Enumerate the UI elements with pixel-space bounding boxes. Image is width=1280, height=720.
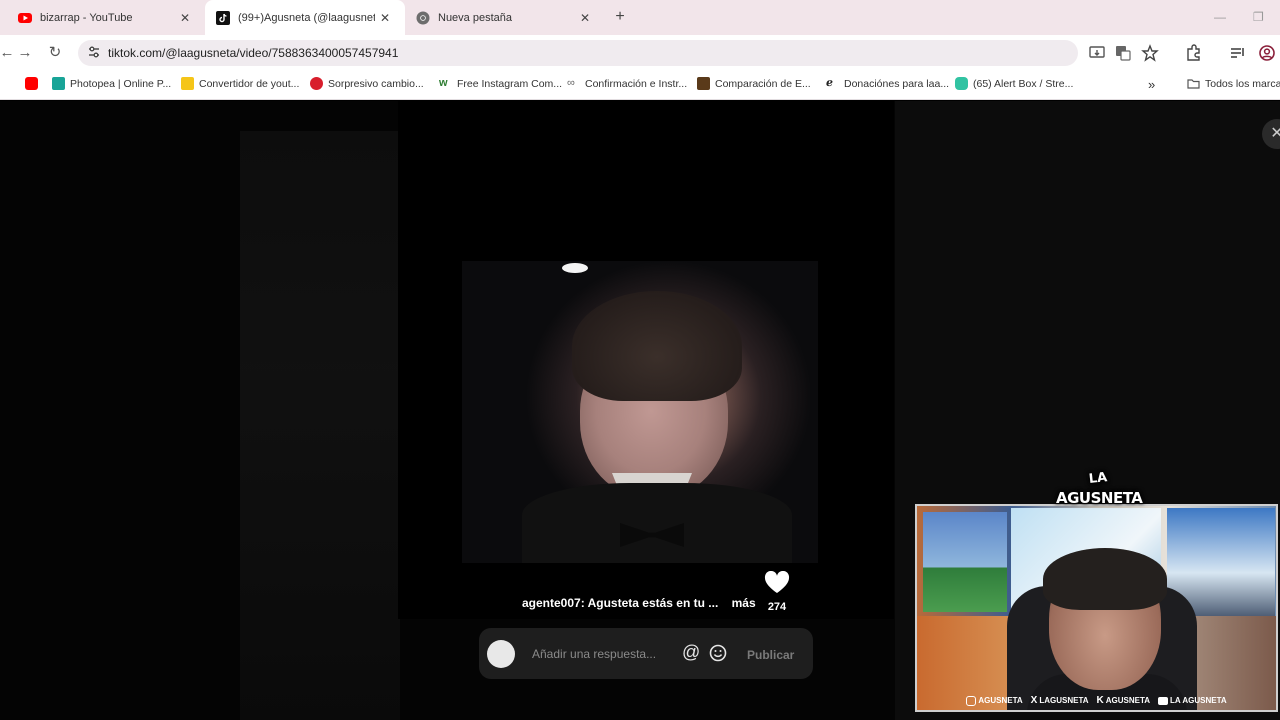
reply-input[interactable]: Añadir una respuesta... — [532, 647, 656, 661]
book-icon — [697, 77, 710, 90]
tab-title: bizarrap - YouTube — [40, 11, 133, 24]
bookmarks-bar: Photopea | Online P... Convertidor de yo… — [0, 70, 1280, 100]
more-bookmarks-icon[interactable]: » — [1148, 77, 1155, 92]
social-x: X LAGUSNETA — [1030, 695, 1089, 706]
like-button[interactable]: 274 — [764, 570, 790, 613]
bookmark-item[interactable]: (65) Alert Box / Stre... — [955, 77, 1073, 90]
webcam-overlay: AGUSNETA X LAGUSNETA K AGUSNETA LA AGUSNET… — [915, 504, 1278, 712]
reply-author: agente007: — [522, 596, 585, 610]
wall-poster — [923, 512, 1007, 612]
bookmark-label: (65) Alert Box / Stre... — [973, 77, 1074, 90]
toolbar: ← → ↻ tiktok.com/@laagusneta/video/75883… — [0, 35, 1280, 70]
social-handles: AGUSNETA X LAGUSNETA K AGUSNETA LA AGUSNET… — [917, 695, 1276, 706]
bookmark-item[interactable]: w Free Instagram Com... — [439, 77, 562, 90]
emoji-icon[interactable] — [709, 644, 727, 662]
address-bar[interactable]: tiktok.com/@laagusneta/video/75883634000… — [78, 40, 1159, 66]
converter-icon — [181, 77, 194, 90]
forward-icon[interactable]: → — [16, 44, 34, 62]
youtube-icon — [1158, 696, 1169, 705]
heart-icon — [764, 570, 790, 593]
instagram-icon — [966, 695, 977, 706]
folder-icon — [1187, 79, 1200, 89]
story-photo — [462, 261, 818, 563]
reload-icon[interactable]: ↻ — [46, 44, 64, 62]
bookmark-label: Todos los marca — [1205, 77, 1280, 90]
bookmark-item[interactable]: Convertidor de yout... — [181, 77, 299, 90]
photo-hair — [572, 291, 742, 401]
w-icon: w — [439, 77, 448, 89]
more-link[interactable]: más — [732, 596, 756, 610]
blurred-background — [240, 131, 400, 720]
tab-title: Nueva pestaña — [438, 11, 512, 24]
bookmark-label: Confirmación e Instr... — [585, 77, 688, 90]
social-instagram: AGUSNETA — [966, 695, 1023, 706]
publish-button[interactable]: Publicar — [747, 648, 794, 662]
profile-icon[interactable] — [1258, 44, 1276, 62]
news-icon — [310, 77, 323, 90]
new-tab-button[interactable]: + — [611, 8, 629, 26]
streamer-logo: LA AGUSNETA — [1056, 470, 1143, 507]
youtube-icon — [25, 77, 38, 90]
link-icon: ∞ — [567, 77, 575, 89]
tab-tiktok[interactable]: (99+)Agusneta (@laagusneta) | ✕ — [205, 0, 405, 35]
media-controls-icon[interactable] — [1229, 44, 1247, 62]
back-icon[interactable]: ← — [0, 44, 16, 62]
mention-icon[interactable]: @ — [682, 642, 700, 663]
reply-composer: Añadir una respuesta... @ Publicar — [479, 628, 813, 679]
x-icon: X — [1030, 695, 1038, 706]
all-bookmarks-folder[interactable]: Todos los marca — [1187, 77, 1280, 90]
avatar — [487, 640, 515, 668]
bookmark-item[interactable]: ∞ Confirmación e Instr... — [567, 77, 687, 90]
bookmark-label: Free Instagram Com... — [457, 77, 563, 90]
photopea-icon — [52, 77, 65, 90]
photo-suit — [522, 483, 792, 563]
bookmark-item[interactable]: Sorpresivo cambio... — [310, 77, 424, 90]
kick-icon: K — [1096, 695, 1104, 706]
tab-strip: bizarrap - YouTube ✕ (99+)Agusneta (@laa… — [0, 0, 1280, 35]
tiktok-icon — [216, 10, 230, 25]
bookmark-label: Convertidor de yout... — [199, 77, 300, 90]
story-reply: agente007: Agusteta estás en tu ... más — [522, 596, 756, 610]
restore-icon[interactable]: ❐ — [1253, 10, 1264, 24]
reply-text: Agusteta estás en tu ... — [587, 596, 719, 610]
bookmark-item[interactable]: Comparación de E... — [697, 77, 811, 90]
tab-youtube[interactable]: bizarrap - YouTube ✕ — [0, 0, 205, 35]
close-tab-icon[interactable]: ✕ — [575, 11, 595, 25]
photo-light — [562, 263, 588, 273]
social-kick: K AGUSNETA — [1096, 695, 1151, 706]
install-app-icon[interactable] — [1088, 44, 1106, 62]
bookmark-item[interactable]: ℯ Donaciónes para laa... — [826, 77, 949, 90]
bookmark-label: Photopea | Online P... — [70, 77, 172, 90]
bookmark-label: Sorpresivo cambio... — [328, 77, 424, 90]
bookmark-item[interactable]: Photopea | Online P... — [52, 77, 171, 90]
bookmark-label: Comparación de E... — [715, 77, 811, 90]
tab-new[interactable]: Nueva pestaña ✕ — [405, 0, 605, 35]
close-tab-icon[interactable]: ✕ — [175, 11, 195, 25]
chrome-icon — [416, 11, 430, 24]
close-tab-icon[interactable]: ✕ — [375, 11, 395, 25]
youtube-icon — [18, 12, 32, 23]
bookmark-label: Donaciónes para laa... — [844, 77, 950, 90]
donation-icon: ℯ — [826, 77, 833, 89]
minimize-icon[interactable]: — — [1214, 10, 1226, 24]
bookmark-youtube[interactable] — [25, 77, 43, 90]
social-youtube: LA AGUSNETA — [1158, 695, 1227, 706]
tab-title: (99+)Agusneta (@laagusneta) | — [238, 11, 375, 24]
streamer-hair — [1043, 548, 1167, 610]
bookmark-star-icon[interactable] — [1141, 44, 1159, 62]
streamlabs-icon — [955, 77, 968, 90]
url-text: tiktok.com/@laagusneta/video/75883634000… — [108, 46, 399, 60]
site-settings-icon[interactable] — [87, 45, 101, 59]
extensions-icon[interactable] — [1184, 44, 1202, 62]
translate-icon[interactable] — [1114, 44, 1132, 62]
like-count: 274 — [767, 601, 787, 613]
